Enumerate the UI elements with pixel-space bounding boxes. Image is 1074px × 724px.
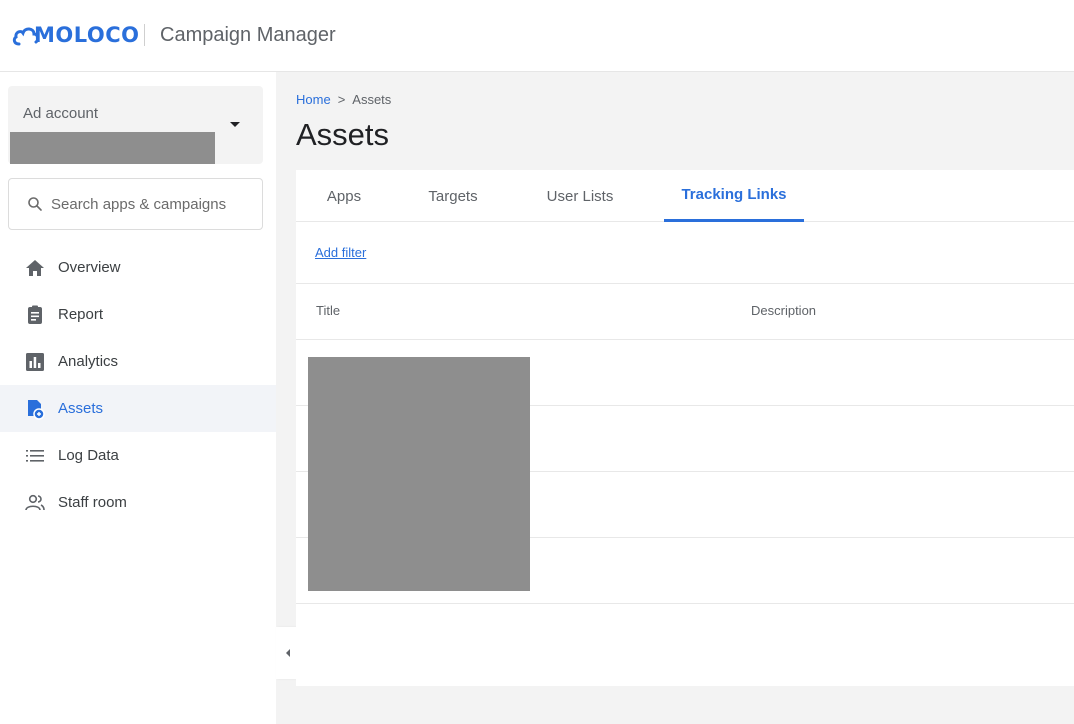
- assets-icon: [23, 397, 47, 421]
- search-icon: [28, 197, 42, 211]
- sidebar-item-assets[interactable]: Assets: [0, 385, 276, 432]
- sidebar-item-label: Staff room: [58, 494, 127, 511]
- sidebar-item-label: Log Data: [58, 447, 119, 464]
- sidebar-item-label: Analytics: [58, 353, 119, 370]
- search-input[interactable]: [51, 195, 251, 213]
- redacted-table-content: [308, 357, 530, 591]
- ad-account-label: Ad account: [23, 105, 99, 122]
- tab-targets[interactable]: Targets: [410, 170, 496, 222]
- list-icon: [23, 444, 47, 468]
- sidebar-item-analytics[interactable]: Analytics: [0, 338, 276, 385]
- sidebar-item-label: Report: [58, 306, 104, 323]
- sidebar-item-report[interactable]: Report: [0, 291, 276, 338]
- tab-apps[interactable]: Apps: [310, 170, 378, 222]
- table-row-divider: [296, 339, 1074, 340]
- breadcrumb-separator: >: [337, 92, 346, 107]
- breadcrumb: Home > Assets: [296, 92, 391, 107]
- ad-account-selector[interactable]: Ad account: [8, 86, 263, 164]
- sidebar-nav: Overview Report Analytics Assets Log Dat…: [0, 244, 276, 526]
- tab-bar: Apps Targets User Lists Tracking Links: [296, 170, 1074, 222]
- header-divider: [144, 24, 145, 46]
- moloco-logo[interactable]: MOLOCO: [12, 18, 140, 52]
- divider: [296, 283, 1074, 284]
- caret-down-icon[interactable]: [230, 122, 240, 127]
- column-header-title[interactable]: Title: [316, 303, 340, 318]
- tab-tracking-links[interactable]: Tracking Links: [664, 170, 804, 222]
- tab-user-lists[interactable]: User Lists: [530, 170, 630, 222]
- chevron-left-icon: [286, 649, 290, 657]
- bar-chart-icon: [23, 350, 47, 374]
- home-icon: [23, 256, 47, 280]
- sidebar-item-log-data[interactable]: Log Data: [0, 432, 276, 479]
- breadcrumb-current: Assets: [352, 92, 392, 107]
- sidebar-item-label: Assets: [58, 400, 104, 417]
- search-box[interactable]: [8, 178, 263, 230]
- sidebar: Ad account Overview Report Analytic: [0, 72, 276, 724]
- clipboard-icon: [23, 303, 47, 327]
- column-header-description[interactable]: Description: [751, 303, 816, 318]
- sidebar-item-label: Overview: [58, 259, 121, 276]
- sidebar-item-overview[interactable]: Overview: [0, 244, 276, 291]
- sidebar-item-staff-room[interactable]: Staff room: [0, 479, 276, 526]
- logo-text: MOLOCO: [34, 23, 140, 47]
- add-filter-link[interactable]: Add filter: [315, 245, 366, 260]
- app-title: Campaign Manager: [160, 24, 336, 46]
- breadcrumb-home-link[interactable]: Home: [296, 92, 331, 107]
- assets-panel: Apps Targets User Lists Tracking Links A…: [296, 170, 1074, 686]
- top-header: MOLOCO Campaign Manager: [0, 0, 1074, 72]
- people-icon: [23, 491, 47, 515]
- redacted-account-name: [10, 132, 215, 164]
- page-title: Assets: [296, 117, 390, 152]
- table-row-divider: [296, 603, 1074, 604]
